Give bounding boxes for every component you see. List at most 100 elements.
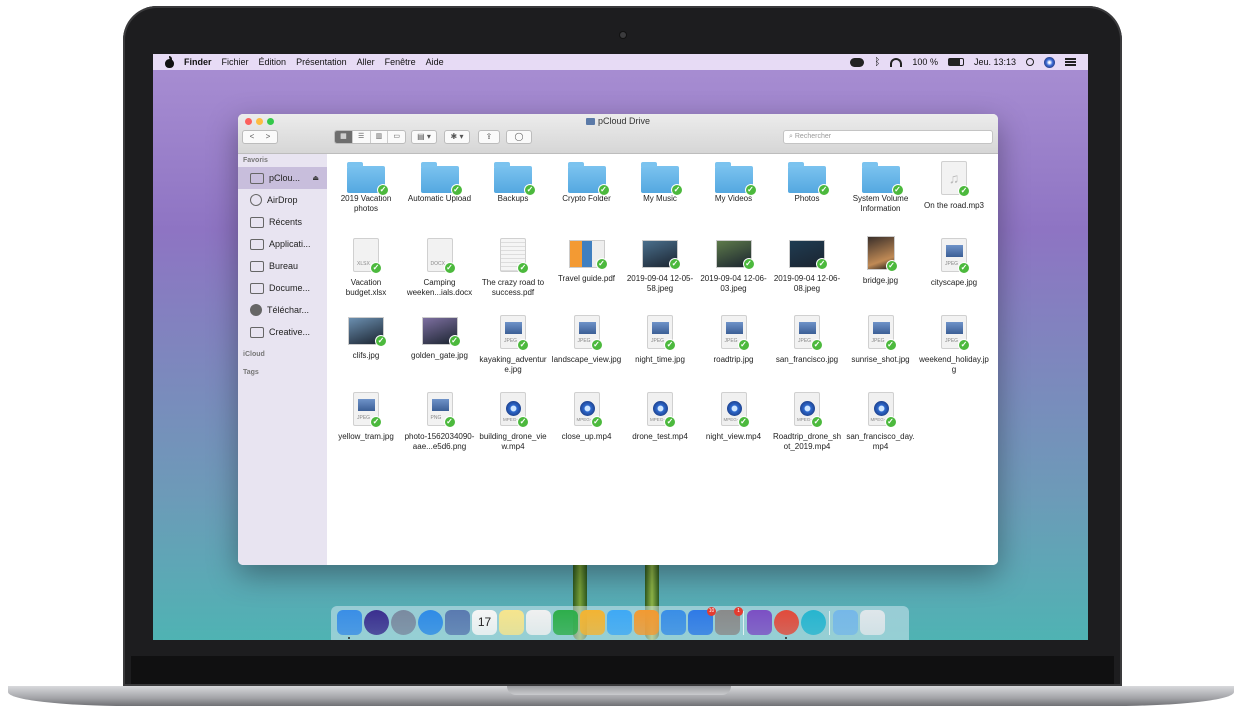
downloads-folder-icon[interactable] <box>833 610 858 635</box>
back-button[interactable]: < <box>244 131 260 143</box>
numbers-icon[interactable] <box>553 610 578 635</box>
column-view-button[interactable]: ▥ <box>371 131 389 143</box>
notification-center-icon[interactable] <box>1065 58 1076 66</box>
file-item[interactable]: ✓ My Videos <box>698 157 770 229</box>
pcloud-icon[interactable] <box>801 610 826 635</box>
file-item[interactable]: JPEG ✓ landscape_view.jpg <box>551 311 623 383</box>
file-item[interactable]: MPEG-4 ✓ night_view.mp4 <box>698 388 770 460</box>
preview-icon[interactable] <box>445 610 470 635</box>
keynote-icon[interactable] <box>661 610 686 635</box>
photos-icon[interactable] <box>580 610 605 635</box>
tag-button[interactable]: ◯ <box>506 130 532 144</box>
file-name: Camping weeken...ials.docx <box>406 278 473 297</box>
reminders-icon[interactable] <box>526 610 551 635</box>
file-item[interactable]: ✓ clifs.jpg <box>330 311 402 383</box>
forward-button[interactable]: > <box>260 131 276 143</box>
eject-icon[interactable]: ⏏ <box>312 174 319 182</box>
sidebar-item-drive[interactable]: pClou... ⏏ <box>238 167 327 189</box>
file-item[interactable]: DOCX ✓ Camping weeken...ials.docx <box>404 234 476 306</box>
file-item[interactable]: JPEG ✓ yellow_tram.jpg <box>330 388 402 460</box>
file-item[interactable]: JPEG ✓ kayaking_adventure.jpg <box>477 311 549 383</box>
menu-help[interactable]: Aide <box>426 57 444 67</box>
battery-percent[interactable]: 100 % <box>912 57 938 67</box>
system-preferences-icon[interactable]: 1 <box>715 607 743 635</box>
file-name: kayaking_adventure.jpg <box>479 355 547 374</box>
notes-icon[interactable] <box>499 610 524 635</box>
file-item[interactable]: MPEG-4 ✓ san_francisco_day.mp4 <box>845 388 917 460</box>
app-store-icon[interactable]: 10 <box>688 607 716 635</box>
calendar-icon[interactable]: 17 <box>472 610 497 635</box>
gallery-view-button[interactable]: ▭ <box>388 131 405 143</box>
arrange-button[interactable]: ▤ ▾ <box>411 130 437 144</box>
file-name: sunrise_shot.jpg <box>851 355 910 364</box>
file-item[interactable]: ♫ ✓ On the road.mp3 <box>918 157 990 229</box>
spotlight-icon[interactable] <box>1026 58 1034 66</box>
file-item[interactable]: ✓ Backups <box>477 157 549 229</box>
file-item[interactable]: MPEG-4 ✓ building_drone_view.mp4 <box>477 388 549 460</box>
trash-icon[interactable] <box>860 610 885 635</box>
file-item[interactable]: JPEG ✓ cityscape.jpg <box>918 234 990 306</box>
file-item[interactable]: ✓ System Volume Information <box>845 157 917 229</box>
file-item[interactable]: ✓ 2019-09-04 12-06-08.jpeg <box>771 234 843 306</box>
file-item[interactable]: ✓ 2019 Vacation photos <box>330 157 402 229</box>
file-item[interactable]: ✓ bridge.jpg <box>845 234 917 306</box>
file-item[interactable]: ✓ golden_gate.jpg <box>404 311 476 383</box>
bluetooth-icon[interactable]: ᛒ <box>874 57 880 68</box>
apple-icon[interactable] <box>165 55 174 68</box>
file-item[interactable]: ✓ 2019-09-04 12-05-58.jpeg <box>624 234 696 306</box>
file-item[interactable]: JPEG ✓ san_francisco.jpg <box>771 311 843 383</box>
file-item[interactable]: ✓ Photos <box>771 157 843 229</box>
action-gear-button[interactable]: ✱ ▾ <box>444 130 470 144</box>
file-item[interactable]: ✓ Crypto Folder <box>551 157 623 229</box>
chrome-icon[interactable] <box>774 610 799 635</box>
file-item[interactable]: MPEG-4 ✓ Roadtrip_drone_shot_2019.mp4 <box>771 388 843 460</box>
menu-go[interactable]: Aller <box>357 57 375 67</box>
file-item[interactable]: JPEG ✓ weekend_holiday.jpg <box>918 311 990 383</box>
file-item[interactable]: MPEG-4 ✓ drone_test.mp4 <box>624 388 696 460</box>
pages-icon[interactable] <box>634 610 659 635</box>
menu-view[interactable]: Présentation <box>296 57 347 67</box>
icon-view-button[interactable]: ▦ <box>335 131 353 143</box>
messages-icon[interactable] <box>607 610 632 635</box>
sidebar-item-documents[interactable]: Docume... <box>238 277 327 299</box>
siri-menu-icon[interactable] <box>1044 56 1055 68</box>
sidebar-item-recents[interactable]: Récents <box>238 211 327 233</box>
folder-icon <box>250 326 264 338</box>
wifi-icon[interactable] <box>890 57 903 67</box>
app-menu[interactable]: Finder <box>184 57 212 67</box>
battery-icon[interactable] <box>947 58 964 66</box>
sidebar-item-desktop[interactable]: Bureau <box>238 255 327 277</box>
menu-edit[interactable]: Édition <box>259 57 287 67</box>
desktop-icon <box>250 260 264 272</box>
siri-icon[interactable] <box>364 610 389 635</box>
file-item[interactable]: ✓ Automatic Upload <box>404 157 476 229</box>
menu-window[interactable]: Fenêtre <box>385 57 416 67</box>
sidebar-item-folder[interactable]: Creative... <box>238 321 327 343</box>
file-item[interactable]: MPEG-4 ✓ close_up.mp4 <box>551 388 623 460</box>
sidebar-item-applications[interactable]: Applicati... <box>238 233 327 255</box>
list-view-button[interactable]: ☰ <box>353 131 371 143</box>
file-item[interactable]: XLSX ✓ Vacation budget.xlsx <box>330 234 402 306</box>
viber-icon[interactable] <box>747 610 772 635</box>
cloud-status-icon[interactable] <box>850 57 865 67</box>
safari-icon[interactable] <box>418 610 443 635</box>
file-item[interactable]: ✓ The crazy road to success.pdf <box>477 234 549 306</box>
search-input[interactable]: ⌕ Rechercher <box>783 130 993 144</box>
clock[interactable]: Jeu. 13:13 <box>974 57 1016 67</box>
file-item[interactable]: ✓ My Music <box>624 157 696 229</box>
sidebar-item-label: Creative... <box>269 327 311 337</box>
synced-check-icon: ✓ <box>958 185 970 197</box>
launchpad-icon[interactable] <box>391 610 416 635</box>
file-item[interactable]: JPEG ✓ night_time.jpg <box>624 311 696 383</box>
image-file-icon: JPEG ✓ <box>941 315 970 351</box>
file-item[interactable]: ✓ Travel guide.pdf <box>551 234 623 306</box>
finder-icon[interactable] <box>337 610 362 635</box>
file-item[interactable]: JPEG ✓ roadtrip.jpg <box>698 311 770 383</box>
sidebar-item-downloads[interactable]: Téléchar... <box>238 299 327 321</box>
file-item[interactable]: JPEG ✓ sunrise_shot.jpg <box>845 311 917 383</box>
file-item[interactable]: PNG ✓ photo-1562034090-aae...e5d6.png <box>404 388 476 460</box>
share-button[interactable]: ⇪ <box>478 130 500 144</box>
sidebar-item-airdrop[interactable]: AirDrop <box>238 189 327 211</box>
file-item[interactable]: ✓ 2019-09-04 12-06-03.jpeg <box>698 234 770 306</box>
menu-file[interactable]: Fichier <box>222 57 249 67</box>
